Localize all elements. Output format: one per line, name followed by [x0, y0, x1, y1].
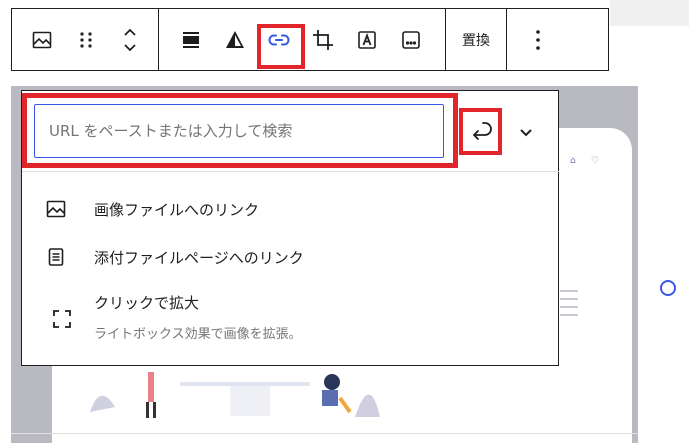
align-button[interactable]	[169, 9, 213, 70]
crop-button[interactable]	[301, 9, 345, 70]
chevron-up-down-icon	[124, 28, 136, 51]
crop-icon	[313, 29, 333, 50]
toolbar-group-block	[12, 9, 159, 70]
user-icon: ⌂	[570, 156, 576, 166]
chevron-down-icon[interactable]	[518, 124, 534, 140]
resize-handle[interactable]	[660, 280, 676, 296]
url-input-highlight	[22, 93, 458, 168]
submit-button-highlight	[459, 108, 502, 155]
block-bottom-border	[11, 433, 638, 434]
menu-item-label: 画像ファイルへのリンク	[94, 200, 260, 219]
more-vertical-icon	[536, 29, 540, 50]
alt-text-button[interactable]	[389, 9, 433, 70]
toolbar-group-options	[507, 9, 569, 70]
fullscreen-icon	[50, 307, 74, 331]
menu-item-link-attachment[interactable]: 添付ファイルページへのリンク	[44, 245, 304, 269]
options-button[interactable]	[507, 9, 569, 70]
image-illustration	[90, 372, 380, 418]
image-icon	[32, 31, 52, 48]
toolbar-group-replace: 置換	[446, 9, 507, 70]
block-toolbar: 置換	[11, 8, 609, 71]
lightbox-option-title[interactable]: クリックで拡大	[94, 292, 199, 313]
menu-item-label: 添付ファイルページへのリンク	[94, 248, 304, 267]
ellipsis-box-icon	[402, 30, 420, 49]
duotone-icon	[226, 30, 244, 48]
drag-handle[interactable]	[64, 9, 108, 70]
drag-icon	[80, 31, 92, 48]
heart-icon: ♡	[591, 156, 600, 166]
lightbox-option-description: ライトボックス効果で画像を拡張。	[94, 327, 302, 342]
move-up-down-button[interactable]	[108, 9, 152, 70]
popover-divider	[22, 171, 559, 172]
block-type-button[interactable]	[20, 9, 64, 70]
menu-item-link-media[interactable]: 画像ファイルへのリンク	[44, 197, 259, 221]
editor-background	[610, 0, 689, 26]
text-overlay-icon	[358, 30, 376, 49]
page-icon	[44, 245, 68, 269]
align-center-icon	[183, 31, 199, 48]
image-text-lines	[560, 290, 578, 322]
link-button-highlight	[257, 24, 305, 69]
replace-button[interactable]: 置換	[446, 30, 506, 50]
text-overlay-button[interactable]	[345, 9, 389, 70]
image-icon	[44, 197, 68, 221]
duotone-button[interactable]	[213, 9, 257, 70]
